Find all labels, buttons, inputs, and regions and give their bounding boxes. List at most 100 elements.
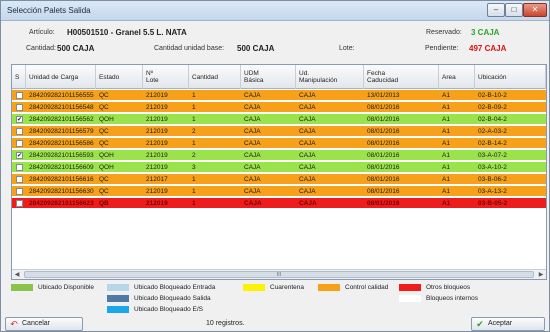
grid-header: S Unidad de Carga Estado Nº Lote Cantida… — [12, 65, 546, 89]
cell-lote: 212019 — [146, 200, 168, 207]
title-bar[interactable]: Selección Palets Salida – □ ✕ — [1, 1, 549, 21]
cell-unidad: 284209282101156579 — [29, 128, 94, 135]
col-header-cantidad[interactable]: Cantidad — [189, 65, 241, 89]
cell-unidad: 284209282101156586 — [29, 140, 94, 147]
col-header-unidad[interactable]: Unidad de Carga — [26, 65, 96, 89]
table-row[interactable]: 284209282101156616 QC 212017 1 CAJA CAJA 08/01… — [12, 174, 546, 185]
footer-bar: ↶ Cancelar 10 registros. ✔ Aceptar — [1, 316, 549, 332]
row-select-checkbox[interactable] — [16, 200, 23, 207]
cell-fecha: 08/01/2016 — [367, 176, 400, 183]
cell-udm: CAJA — [244, 188, 261, 195]
cell-udm: CAJA — [244, 140, 261, 147]
cell-ubicacion: 02-B-10-2 — [478, 92, 507, 99]
col-header-ubicacion[interactable]: Ubicación — [475, 65, 546, 89]
cell-udm: CAJA — [244, 104, 261, 111]
row-select-checkbox[interactable] — [16, 92, 23, 99]
table-row[interactable]: ✔ 284209282101156562 QOH 212019 1 CAJA CAJA 08/… — [12, 114, 546, 125]
maximize-button[interactable]: □ — [505, 3, 523, 17]
row-select-checkbox[interactable]: ✔ — [16, 116, 23, 123]
table-row[interactable]: 284209282101156609 QOH 212019 3 CAJA CAJA 08/0… — [12, 162, 546, 173]
cell-ubicacion: 03-B-06-2 — [478, 176, 507, 183]
table-row[interactable]: 284209282101156586 QC 212019 1 CAJA CAJA 08/01… — [12, 138, 546, 149]
dialog-window: Selección Palets Salida – □ ✕ Artículo: … — [0, 0, 550, 332]
table-row[interactable]: 284209282101156630 QC 212019 1 CAJA CAJA 08/01… — [12, 186, 546, 197]
table-row[interactable]: ✔ 284209282101156593 QOH 212019 2 CAJA CAJA 08/… — [12, 150, 546, 161]
scroll-right-icon[interactable]: ▶ — [536, 270, 546, 279]
legend-swatch — [11, 284, 33, 291]
col-header-lote[interactable]: Nº Lote — [143, 65, 189, 89]
cell-estado: QC — [99, 176, 109, 183]
row-select-checkbox[interactable] — [16, 104, 23, 111]
cell-estado: QB — [99, 200, 109, 207]
scroll-left-icon[interactable]: ◀ — [12, 270, 22, 279]
row-select-checkbox[interactable] — [16, 164, 23, 171]
cell-area: A1 — [442, 176, 450, 183]
cell-unidad: 284209282101156616 — [29, 176, 94, 183]
cell-area: A1 — [442, 128, 450, 135]
col-header-estado[interactable]: Estado — [96, 65, 143, 89]
cell-ubicacion: 02-B-14-2 — [478, 140, 507, 147]
cell-ubicacion: 03-A-07-2 — [478, 152, 507, 159]
cell-area: A1 — [442, 188, 450, 195]
row-select-checkbox[interactable] — [16, 128, 23, 135]
row-select-checkbox[interactable] — [16, 140, 23, 147]
col-header-area[interactable]: Area — [439, 65, 475, 89]
col-header-manipulacion[interactable]: Ud. Manipulación — [296, 65, 364, 89]
maximize-icon: □ — [511, 5, 517, 14]
cell-area: A1 — [442, 104, 450, 111]
cantidad-base-label: Cantidad unidad base: — [154, 45, 225, 52]
row-select-checkbox[interactable] — [16, 176, 23, 183]
cell-unidad: 284209282101156609 — [29, 164, 94, 171]
cell-ubicacion: 03-A-13-2 — [478, 188, 507, 195]
table-row[interactable]: 284209282101156555 QC 212019 1 CAJA CAJA 13/01… — [12, 90, 546, 101]
legend-swatch — [107, 306, 129, 313]
cell-ubicacion: 03-B-05-2 — [478, 200, 508, 207]
cell-fecha: 08/01/2016 — [367, 128, 400, 135]
cell-manip: CAJA — [299, 176, 316, 183]
cell-cantidad: 1 — [192, 176, 196, 183]
scroll-thumb[interactable]: III — [24, 271, 534, 278]
cell-cantidad: 1 — [192, 104, 196, 111]
cell-cantidad: 1 — [192, 200, 196, 207]
cell-area: A1 — [442, 152, 450, 159]
cell-fecha: 08/01/2016 — [367, 140, 400, 147]
lote-label: Lote: — [339, 45, 355, 52]
table-row[interactable]: 284209282101156579 QC 212019 2 CAJA CAJA 08/01… — [12, 126, 546, 137]
cell-manip: CAJA — [299, 116, 316, 123]
cell-manip: CAJA — [299, 92, 316, 99]
horizontal-scrollbar[interactable]: ◀ III ▶ — [12, 269, 546, 279]
cancel-icon: ↶ — [10, 319, 18, 329]
cell-lote: 212019 — [146, 104, 168, 111]
cell-ubicacion: 02-A-03-2 — [478, 128, 507, 135]
minimize-icon: – — [493, 5, 499, 14]
cell-fecha: 08/01/2016 — [367, 164, 400, 171]
cell-fecha: 08/01/2016 — [367, 116, 400, 123]
col-header-s[interactable]: S — [12, 65, 26, 89]
cancel-button[interactable]: ↶ Cancelar — [5, 317, 83, 331]
col-header-udm[interactable]: UDM Básica — [241, 65, 296, 89]
cell-manip: CAJA — [299, 152, 316, 159]
cell-cantidad: 1 — [192, 188, 196, 195]
cell-ubicacion: 02-B-09-2 — [478, 104, 507, 111]
window-title: Selección Palets Salida — [7, 6, 91, 15]
cell-unidad: 284209282101156548 — [29, 104, 94, 111]
pendiente-label: Pendiente: — [425, 45, 459, 52]
pallet-grid[interactable]: S Unidad de Carga Estado Nº Lote Cantida… — [11, 64, 547, 280]
cell-estado: QOH — [99, 116, 114, 123]
table-row[interactable]: 284209282101156548 QC 212019 1 CAJA CAJA 08/01… — [12, 102, 546, 113]
accept-button[interactable]: ✔ Aceptar — [471, 317, 545, 331]
legend-swatch — [243, 284, 265, 291]
cell-area: A1 — [442, 140, 450, 147]
article-header: Artículo: H00501510 - Granel 5.5 L. NATA… — [1, 23, 549, 63]
table-row[interactable]: 284209282101156623 QB 212019 1 CAJA CAJA 08/01… — [12, 198, 546, 209]
cell-fecha: 08/01/2016 — [367, 152, 400, 159]
col-header-fecha[interactable]: Fecha Caducidad — [364, 65, 439, 89]
close-button[interactable]: ✕ — [523, 3, 547, 17]
checkmark-icon: ✔ — [17, 153, 23, 159]
cell-lote: 212019 — [146, 128, 168, 135]
minimize-button[interactable]: – — [487, 3, 505, 17]
cantidad-value: 500 CAJA — [57, 44, 95, 53]
row-select-checkbox[interactable]: ✔ — [16, 152, 23, 159]
cell-ubicacion: 02-B-04-2 — [478, 116, 507, 123]
row-select-checkbox[interactable] — [16, 188, 23, 195]
